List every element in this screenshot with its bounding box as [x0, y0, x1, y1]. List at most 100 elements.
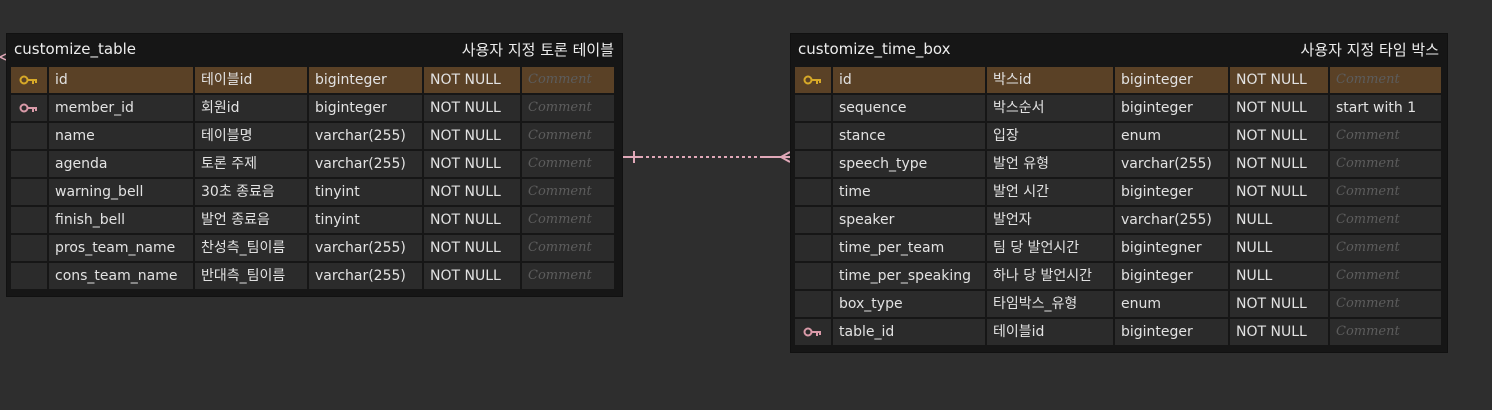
column-name[interactable]: agenda [49, 151, 193, 177]
column-nullability[interactable]: NOT NULL [424, 235, 520, 261]
column-type[interactable]: biginteger [1115, 263, 1228, 289]
column-comment[interactable]: Comment [522, 179, 614, 205]
column-comment[interactable]: Comment [522, 263, 614, 289]
column-comment[interactable]: Comment [1330, 67, 1441, 93]
column-type[interactable]: bigintegner [1115, 235, 1228, 261]
column-nullability[interactable]: NULL [1230, 263, 1328, 289]
column-type[interactable]: varchar(255) [309, 151, 422, 177]
column-type[interactable]: biginteger [1115, 319, 1228, 345]
column-comment[interactable]: Comment [1330, 319, 1441, 345]
column-name[interactable]: warning_bell [49, 179, 193, 205]
column-row[interactable]: box_type 타임박스_유형 enum NOT NULL Comment [795, 291, 1443, 319]
column-nullability[interactable]: NOT NULL [424, 123, 520, 149]
column-logical-name[interactable]: 테이블명 [195, 123, 307, 149]
column-row[interactable]: finish_bell 발언 종료음 tinyint NOT NULL Comment [11, 207, 618, 235]
column-row[interactable]: member_id 회원id biginteger NOT NULL Comment [11, 95, 618, 123]
table-customize-time-box[interactable]: customize_time_box 사용자 지정 타임 박스 id 박스id bi… [790, 33, 1448, 353]
table-customize-table[interactable]: customize_table 사용자 지정 토론 테이블 id 테이블id big… [6, 33, 623, 297]
column-nullability[interactable]: NOT NULL [1230, 179, 1328, 205]
column-name[interactable]: table_id [833, 319, 985, 345]
column-logical-name[interactable]: 입장 [987, 123, 1113, 149]
column-comment[interactable]: start with 1 [1330, 95, 1441, 121]
column-type[interactable]: varchar(255) [309, 235, 422, 261]
column-logical-name[interactable]: 발언자 [987, 207, 1113, 233]
column-nullability[interactable]: NOT NULL [1230, 291, 1328, 317]
column-name[interactable]: time_per_speaking [833, 263, 985, 289]
column-name[interactable]: finish_bell [49, 207, 193, 233]
column-comment[interactable]: Comment [522, 151, 614, 177]
column-logical-name[interactable]: 하나 당 발언시간 [987, 263, 1113, 289]
column-nullability[interactable]: NOT NULL [1230, 67, 1328, 93]
column-comment[interactable]: Comment [1330, 291, 1441, 317]
column-row[interactable]: stance 입장 enum NOT NULL Comment [795, 123, 1443, 151]
column-logical-name[interactable]: 발언 종료음 [195, 207, 307, 233]
column-logical-name[interactable]: 타임박스_유형 [987, 291, 1113, 317]
column-type[interactable]: varchar(255) [1115, 207, 1228, 233]
column-logical-name[interactable]: 테이블id [987, 319, 1113, 345]
column-logical-name[interactable]: 발언 시간 [987, 179, 1113, 205]
column-logical-name[interactable]: 30초 종료음 [195, 179, 307, 205]
column-comment[interactable]: Comment [522, 95, 614, 121]
column-row[interactable]: warning_bell 30초 종료음 tinyint NOT NULL Commen… [11, 179, 618, 207]
column-type[interactable]: biginteger [1115, 95, 1228, 121]
column-comment[interactable]: Comment [1330, 179, 1441, 205]
column-comment[interactable]: Comment [1330, 151, 1441, 177]
column-type[interactable]: varchar(255) [309, 123, 422, 149]
column-row[interactable]: time_per_speaking 하나 당 발언시간 biginteger NULL… [795, 263, 1443, 291]
column-name[interactable]: speech_type [833, 151, 985, 177]
column-type[interactable]: varchar(255) [1115, 151, 1228, 177]
column-logical-name[interactable]: 회원id [195, 95, 307, 121]
column-nullability[interactable]: NOT NULL [424, 67, 520, 93]
column-comment[interactable]: Comment [1330, 207, 1441, 233]
column-type[interactable]: biginteger [309, 67, 422, 93]
column-row[interactable]: agenda 토론 주제 varchar(255) NOT NULL Comment [11, 151, 618, 179]
column-logical-name[interactable]: 팀 당 발언시간 [987, 235, 1113, 261]
column-row[interactable]: speech_type 발언 유형 varchar(255) NOT NULL Comm… [795, 151, 1443, 179]
column-type[interactable]: biginteger [1115, 67, 1228, 93]
column-name[interactable]: id [49, 67, 193, 93]
column-nullability[interactable]: NOT NULL [424, 263, 520, 289]
column-comment[interactable]: Comment [1330, 235, 1441, 261]
column-nullability[interactable]: NOT NULL [424, 151, 520, 177]
column-name[interactable]: pros_team_name [49, 235, 193, 261]
column-name[interactable]: box_type [833, 291, 985, 317]
column-nullability[interactable]: NOT NULL [1230, 151, 1328, 177]
column-name[interactable]: member_id [49, 95, 193, 121]
column-comment[interactable]: Comment [522, 67, 614, 93]
column-nullability[interactable]: NOT NULL [424, 207, 520, 233]
column-logical-name[interactable]: 찬성측_팀이름 [195, 235, 307, 261]
column-logical-name[interactable]: 박스순서 [987, 95, 1113, 121]
column-name[interactable]: time_per_team [833, 235, 985, 261]
column-row[interactable]: speaker 발언자 varchar(255) NULL Comment [795, 207, 1443, 235]
column-name[interactable]: cons_team_name [49, 263, 193, 289]
column-nullability[interactable]: NOT NULL [1230, 319, 1328, 345]
column-name[interactable]: sequence [833, 95, 985, 121]
column-logical-name[interactable]: 발언 유형 [987, 151, 1113, 177]
column-name[interactable]: id [833, 67, 985, 93]
column-type[interactable]: tinyint [309, 179, 422, 205]
column-row[interactable]: table_id 테이블id biginteger NOT NULL Comment [795, 319, 1443, 347]
column-row[interactable]: sequence 박스순서 biginteger NOT NULL start with… [795, 95, 1443, 123]
column-comment[interactable]: Comment [1330, 123, 1441, 149]
column-logical-name[interactable]: 토론 주제 [195, 151, 307, 177]
column-row[interactable]: cons_team_name 반대측_팀이름 varchar(255) NOT NUL… [11, 263, 618, 291]
column-nullability[interactable]: NOT NULL [424, 179, 520, 205]
column-row[interactable]: time_per_team 팀 당 발언시간 bigintegner NULL Comm… [795, 235, 1443, 263]
column-logical-name[interactable]: 반대측_팀이름 [195, 263, 307, 289]
column-nullability[interactable]: NOT NULL [424, 95, 520, 121]
column-nullability[interactable]: NOT NULL [1230, 123, 1328, 149]
column-name[interactable]: stance [833, 123, 985, 149]
column-row[interactable]: id 박스id biginteger NOT NULL Comment [795, 67, 1443, 95]
column-nullability[interactable]: NULL [1230, 235, 1328, 261]
column-comment[interactable]: Comment [522, 235, 614, 261]
column-name[interactable]: speaker [833, 207, 985, 233]
column-nullability[interactable]: NOT NULL [1230, 95, 1328, 121]
column-row[interactable]: time 발언 시간 biginteger NOT NULL Comment [795, 179, 1443, 207]
column-nullability[interactable]: NULL [1230, 207, 1328, 233]
column-type[interactable]: tinyint [309, 207, 422, 233]
column-row[interactable]: id 테이블id biginteger NOT NULL Comment [11, 67, 618, 95]
column-row[interactable]: name 테이블명 varchar(255) NOT NULL Comment [11, 123, 618, 151]
column-type[interactable]: enum [1115, 291, 1228, 317]
column-comment[interactable]: Comment [522, 123, 614, 149]
column-comment[interactable]: Comment [1330, 263, 1441, 289]
